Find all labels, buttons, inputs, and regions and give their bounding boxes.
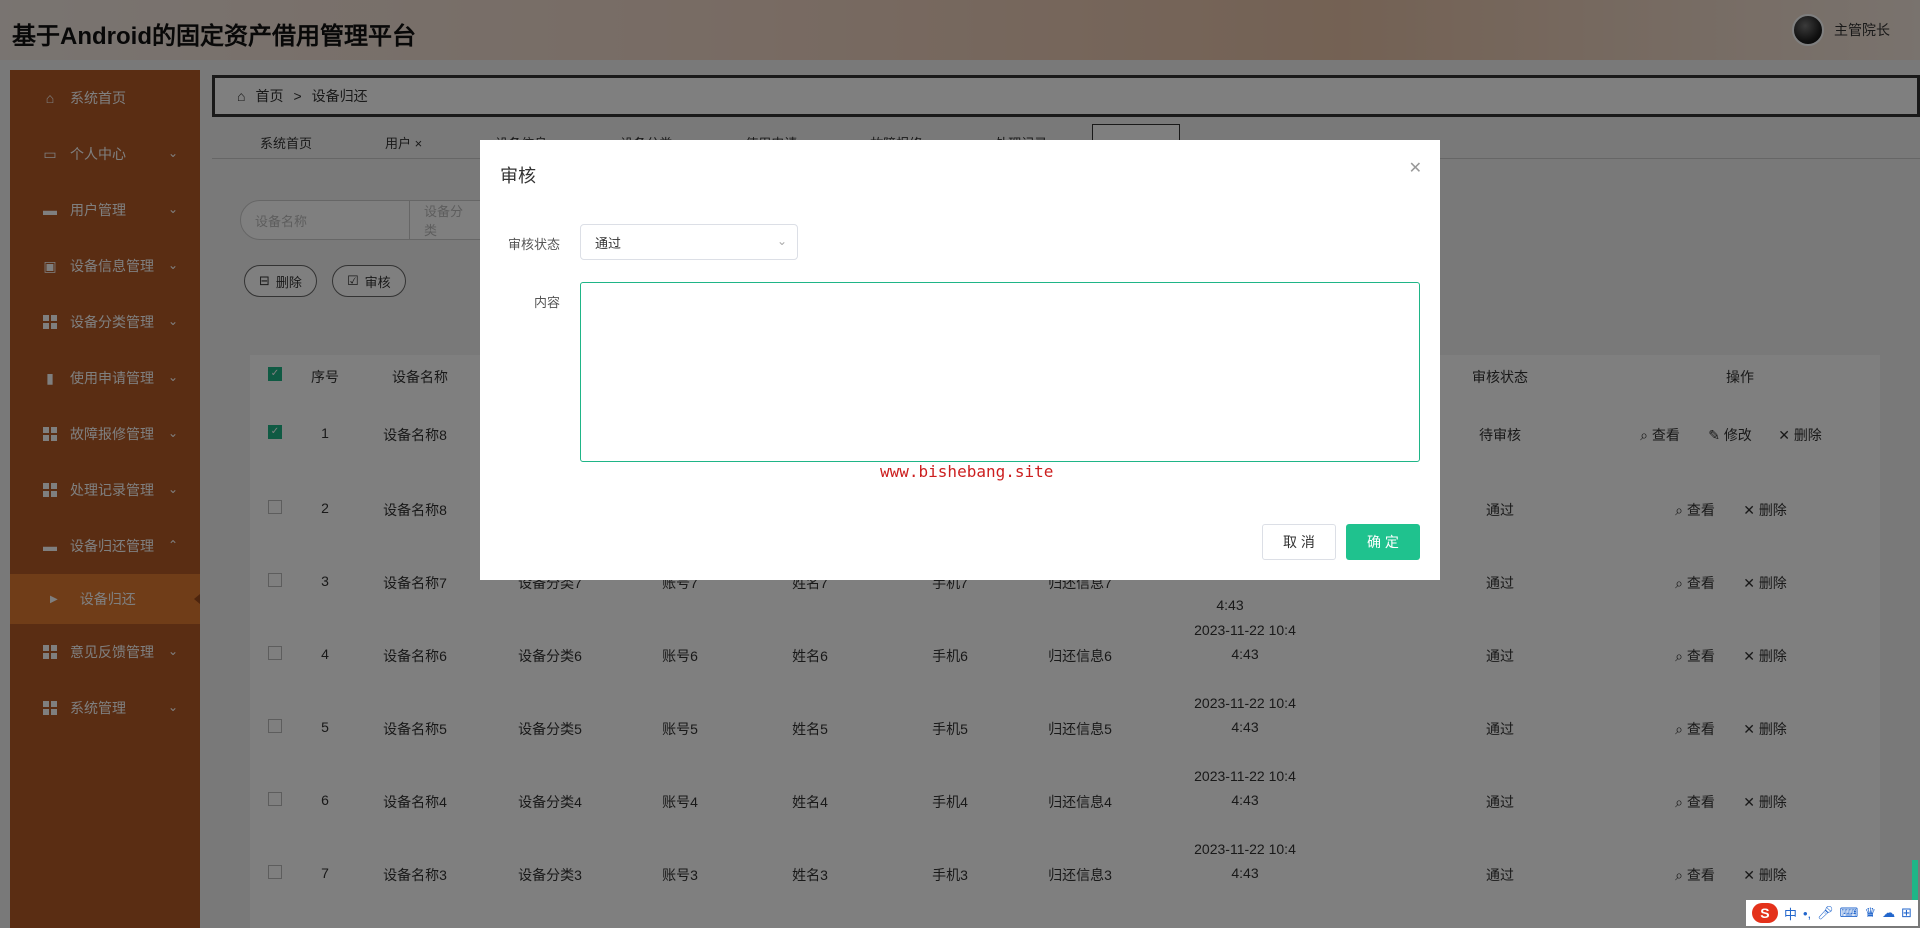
punctuation-icon[interactable]: •, <box>1803 906 1811 921</box>
status-label: 审核状态 <box>507 237 560 252</box>
chevron-down-icon: ⌄ <box>776 234 787 248</box>
content-textarea[interactable] <box>580 282 1420 462</box>
status-select[interactable]: 通过 ⌄ <box>580 224 798 260</box>
confirm-button[interactable]: 确 定 <box>1346 524 1420 560</box>
status-select-value: 通过 <box>595 235 622 251</box>
cancel-button[interactable]: 取 消 <box>1262 524 1336 560</box>
skin-icon[interactable]: ♛ <box>1864 905 1876 921</box>
toolbox-icon[interactable]: ⊞ <box>1901 905 1912 921</box>
content-label: 内容 <box>533 295 560 310</box>
sogou-logo-icon[interactable]: S <box>1751 903 1778 923</box>
cloud-icon[interactable]: ☁ <box>1882 905 1895 921</box>
microphone-icon[interactable]: 🎤︎ <box>1817 905 1834 921</box>
ime-toolbar: S 中 •, 🎤︎ ⌨ ♛ ☁ ⊞ <box>1745 900 1918 926</box>
audit-dialog: 审核 ✕ 审核状态 通过 ⌄ 内容 www.bishebang.site 取 消… <box>480 140 1440 580</box>
close-icon[interactable]: ✕ <box>1409 158 1422 178</box>
keyboard-icon[interactable]: ⌨ <box>1840 905 1859 921</box>
dialog-title: 审核 <box>500 166 536 186</box>
ime-language[interactable]: 中 <box>1784 904 1797 923</box>
watermark-text: www.bishebang.site <box>880 462 1054 481</box>
